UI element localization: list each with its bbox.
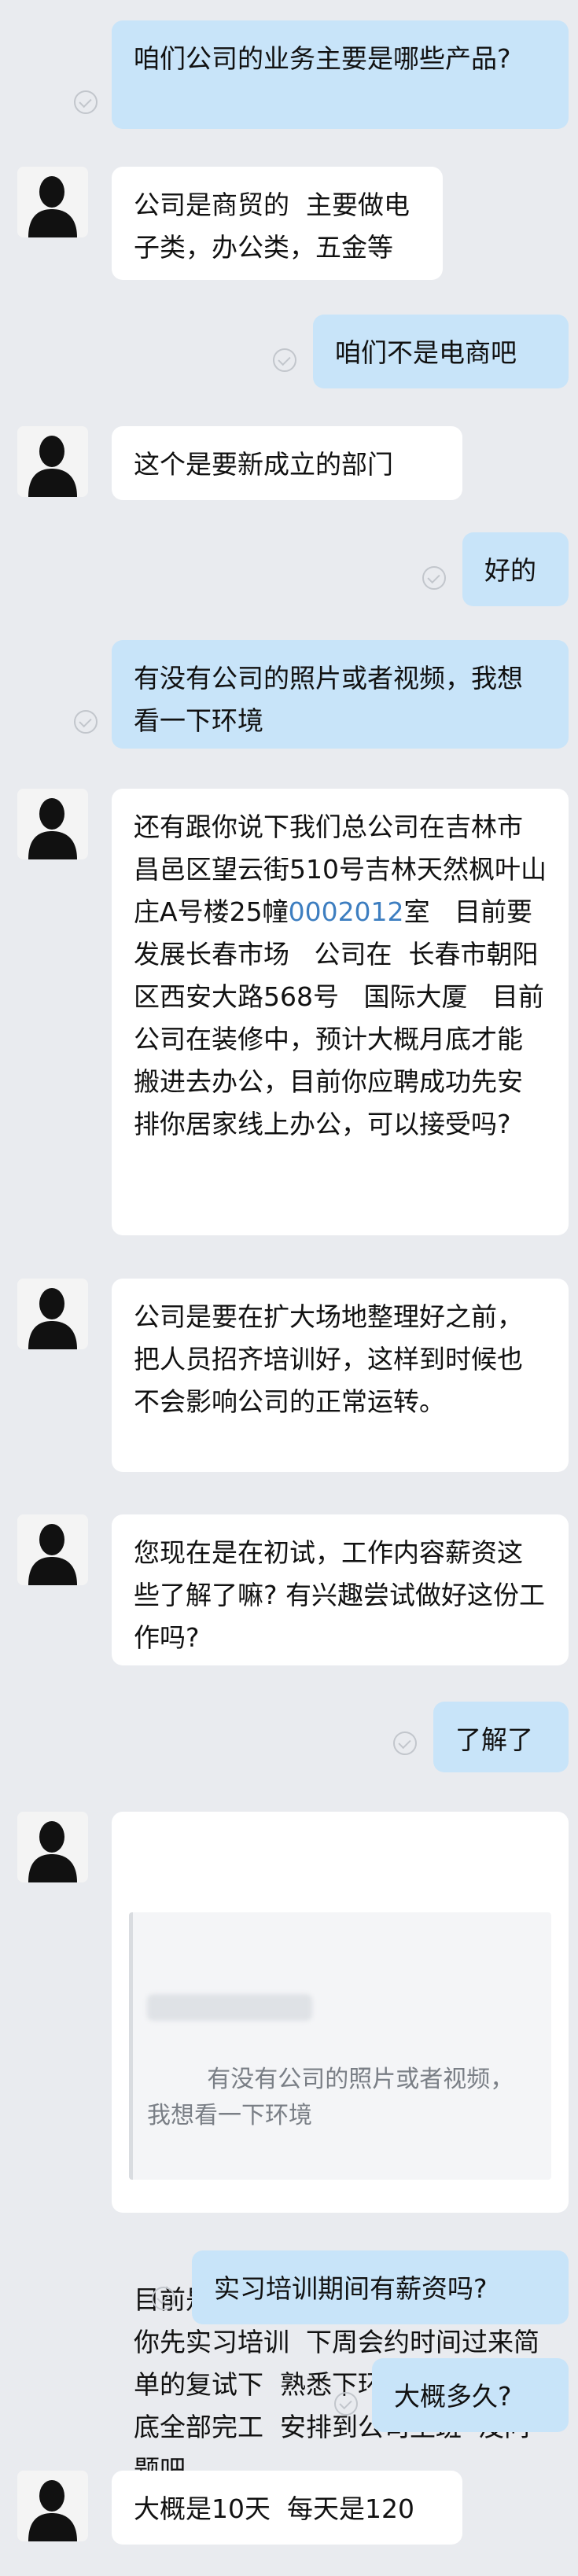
person-silhouette-icon: [17, 1279, 88, 1349]
incoming-message-bubble[interactable]: 这个是要新成立的部门: [112, 426, 462, 500]
chat-conversation: 咱们公司的业务主要是哪些产品? 公司是商贸的 主要做电子类，办公类，五金等 咱们…: [0, 0, 578, 2567]
incoming-message-bubble[interactable]: 有没有公司的照片或者视频，我想看一下环境 目前是公司在扩大整理中没照片呢 你先实…: [112, 1812, 569, 2485]
person-silhouette-icon: [17, 426, 88, 497]
outgoing-message-bubble[interactable]: 咱们公司的业务主要是哪些产品?: [112, 20, 569, 129]
person-silhouette-icon: [17, 789, 88, 859]
incoming-message-bubble[interactable]: 公司是商贸的 主要做电子类，办公类，五金等: [112, 167, 443, 280]
contact-avatar[interactable]: [17, 426, 88, 497]
read-status-icon: [334, 2392, 358, 2416]
phone-number-link[interactable]: 0002012: [289, 896, 404, 927]
person-silhouette-icon: [17, 167, 88, 237]
read-status-icon: [152, 2287, 175, 2310]
quoted-message[interactable]: 有没有公司的照片或者视频，我想看一下环境: [129, 1912, 551, 2180]
outgoing-message-bubble[interactable]: 实习培训期间有薪资吗?: [192, 2250, 569, 2324]
contact-avatar[interactable]: [17, 2471, 88, 2541]
quoted-message-text: 有没有公司的照片或者视频，我想看一下环境: [147, 2066, 514, 2129]
contact-avatar[interactable]: [17, 1812, 88, 1882]
contact-avatar[interactable]: [17, 789, 88, 859]
outgoing-message-bubble[interactable]: 咱们不是电商吧: [313, 315, 569, 388]
outgoing-message-bubble[interactable]: 好的: [462, 532, 569, 606]
read-status-icon: [273, 348, 296, 372]
read-status-icon: [422, 566, 446, 590]
read-status-icon: [74, 710, 98, 734]
person-silhouette-icon: [17, 1812, 88, 1882]
outgoing-message-bubble[interactable]: 有没有公司的照片或者视频，我想看一下环境: [112, 640, 569, 749]
incoming-message-bubble[interactable]: 大概是10天 每天是120: [112, 2471, 462, 2545]
incoming-message-bubble[interactable]: 公司是要在扩大场地整理好之前，把人员招齐培训好，这样到时候也不会影响公司的正常运…: [112, 1279, 569, 1472]
outgoing-message-bubble[interactable]: 了解了: [433, 1702, 569, 1772]
contact-avatar[interactable]: [17, 1279, 88, 1349]
incoming-message-bubble[interactable]: 您现在是在初试，工作内容薪资这些了解了嘛? 有兴趣尝试做好这份工作吗?: [112, 1514, 569, 1665]
contact-avatar[interactable]: [17, 1514, 88, 1585]
contact-avatar[interactable]: [17, 167, 88, 237]
read-status-icon: [393, 1731, 417, 1755]
person-silhouette-icon: [17, 2471, 88, 2541]
person-silhouette-icon: [17, 1514, 88, 1585]
outgoing-message-bubble[interactable]: 大概多久?: [372, 2358, 569, 2432]
read-status-icon: [74, 90, 98, 114]
message-text: 室 目前要发展长春市场 公司在 长春市朝阳区西安大路568号 国际大厦 目前公司…: [134, 896, 544, 1139]
blurred-sender-name: [147, 1994, 312, 2021]
incoming-message-bubble[interactable]: 还有跟你说下我们总公司在吉林市昌邑区望云街510号吉林天然枫叶山庄A号楼25幢0…: [112, 789, 569, 1235]
